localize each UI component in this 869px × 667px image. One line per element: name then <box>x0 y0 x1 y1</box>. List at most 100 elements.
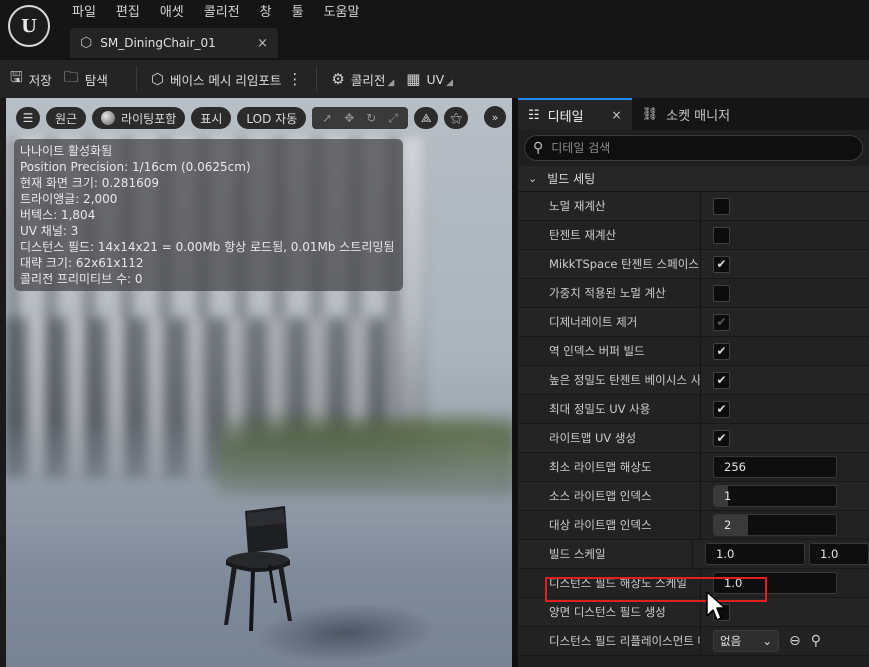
close-tab-icon[interactable]: × <box>257 36 268 51</box>
collision-button[interactable]: ⚙ 콜리전 ◢ <box>325 64 400 94</box>
viewport-expand-button[interactable]: » <box>484 106 506 128</box>
tab-details[interactable]: ☷ 디테일 × <box>518 98 632 130</box>
stat-vertices: 버텍스: 1,804 <box>20 208 96 222</box>
browse-asset-search-icon[interactable]: ⚲ <box>811 633 821 649</box>
stat-uv-channels: UV 채널: 3 <box>20 224 79 238</box>
prop-label: 디스턴스 필드 리플레이스먼트 메시 <box>518 627 701 655</box>
full-precision-uvs-checkbox[interactable]: ✔ <box>713 400 730 418</box>
prop-recompute-normals: 노멀 재계산 <box>518 192 869 221</box>
save-label: 저장 <box>28 72 52 88</box>
mesh-viewport[interactable]: ☰ 원근 라이팅포함 표시 LOD 자동 ➚ ✥ ↻ ⤢ ⟁ ⚝ » 나나이트 … <box>0 98 512 667</box>
dining-chair-mesh[interactable] <box>218 503 308 633</box>
prop-two-sided-distance-field: 양면 디스턴스 필드 생성 <box>518 598 869 627</box>
replacement-mesh-dropdown[interactable]: 없음 ⌄ <box>713 630 779 652</box>
menu-file[interactable]: 파일 <box>62 2 106 24</box>
snap-button[interactable]: ⚝ <box>444 107 469 129</box>
menu-help[interactable]: 도움말 <box>314 2 370 24</box>
perspective-label: 원근 <box>55 111 78 126</box>
recompute-tangents-checkbox[interactable] <box>713 226 730 244</box>
menu-asset[interactable]: 애셋 <box>150 2 194 24</box>
details-search-input[interactable] <box>551 141 854 155</box>
reimport-label: 베이스 메시 리임포트 <box>169 72 282 88</box>
menu-collision[interactable]: 콜리전 <box>194 2 250 24</box>
perspective-button[interactable]: 원근 <box>46 107 87 129</box>
menu-edit[interactable]: 편집 <box>106 2 150 24</box>
tab-socket-manager-label: 소켓 매니저 <box>666 108 731 124</box>
socket-icon: ⛓ <box>641 106 659 122</box>
use-selected-asset-icon[interactable]: ⊖ <box>789 633 801 649</box>
menu-bar: 파일 편집 애셋 콜리전 창 툴 도움말 <box>62 2 369 24</box>
high-precision-tangent-checkbox[interactable]: ✔ <box>713 371 730 389</box>
viewport-menu-button[interactable]: ☰ <box>16 107 40 129</box>
prop-high-precision-tangent: 높은 정밀도 탄젠트 베이시스 사용 ✔ <box>518 366 869 395</box>
chevron-down-icon: ⌄ <box>762 634 772 648</box>
stat-collision-primitives: 콜리전 프리미티브 수: 0 <box>20 272 143 286</box>
transform-tools: ➚ ✥ ↻ ⤢ <box>312 107 409 129</box>
show-label: 표시 <box>200 111 223 126</box>
scale-tool-icon[interactable]: ⤢ <box>382 111 404 126</box>
prop-full-precision-uvs: 최대 정밀도 UV 사용 ✔ <box>518 395 869 424</box>
recompute-normals-checkbox[interactable] <box>713 197 730 215</box>
category-label: 빌드 세팅 <box>547 172 596 186</box>
viewport-stats-overlay: 나나이트 활성화됨 Position Precision: 1/16cm (0.… <box>14 139 403 291</box>
min-lightmap-resolution-input[interactable]: 256 <box>713 456 837 478</box>
pivot-icon: ⟁ <box>420 110 432 125</box>
chevron-down-icon: ⌄ <box>528 172 538 185</box>
menu-window[interactable]: 창 <box>250 2 282 24</box>
menu-tools[interactable]: 툴 <box>282 2 314 24</box>
prop-label: 디제너레이트 제거 <box>518 308 701 336</box>
pivot-button[interactable]: ⟁ <box>414 107 439 129</box>
generate-lightmap-uvs-checkbox[interactable]: ✔ <box>713 429 730 447</box>
source-lightmap-index-input[interactable]: 1 <box>713 485 837 507</box>
mouse-cursor-icon <box>706 591 726 621</box>
reimport-icon: ⬡ <box>150 70 164 88</box>
numeric-value: 1 <box>724 489 732 503</box>
reimport-base-mesh-button[interactable]: ⬡ 베이스 메시 리임포트 ⋮ <box>145 64 309 94</box>
category-build-settings[interactable]: ⌄ 빌드 세팅 <box>518 166 869 192</box>
highlight-annotation-box <box>545 577 767 602</box>
close-tab-icon[interactable]: × <box>612 108 622 122</box>
double-chevron-icon: » <box>491 110 499 124</box>
prop-min-lightmap-resolution: 최소 라이트맵 해상도 256 <box>518 453 869 482</box>
weighted-normals-checkbox[interactable] <box>713 284 730 302</box>
rotate-tool-icon[interactable]: ↻ <box>360 111 382 125</box>
prop-distance-field-replacement-mesh: 디스턴스 필드 리플레이스먼트 메시 없음 ⌄ ⊖ ⚲ <box>518 627 869 656</box>
lighting-label: 라이팅포함 <box>121 111 177 126</box>
numeric-value: 2 <box>724 518 732 532</box>
lod-button[interactable]: LOD 자동 <box>237 107 307 129</box>
prop-label: 소스 라이트맵 인덱스 <box>518 482 701 510</box>
reversed-index-buffer-checkbox[interactable]: ✔ <box>713 342 730 360</box>
asset-editor-tab[interactable]: ⬡ SM_DiningChair_01 × <box>70 28 278 58</box>
asset-toolbar: 🖫 저장 🗀 탐색 ⬡ 베이스 메시 리임포트 ⋮ ⚙ 콜리전 ◢ ▦ UV ◢ <box>0 60 869 98</box>
stat-screen-size: 현재 화면 크기: 0.281609 <box>20 176 159 190</box>
prop-label: 빌드 스케일 <box>518 540 693 568</box>
folder-search-icon: 🗀 <box>63 67 79 86</box>
prop-source-lightmap-index: 소스 라이트맵 인덱스 1 <box>518 482 869 511</box>
mikktspace-checkbox[interactable]: ✔ <box>713 255 730 273</box>
prop-label: 노멀 재계산 <box>518 192 701 220</box>
uv-button[interactable]: ▦ UV ◢ <box>400 64 459 94</box>
build-scale-y-input[interactable]: 1.0 <box>809 543 869 565</box>
tab-socket-manager[interactable]: ⛓ 소켓 매니저 <box>632 98 740 130</box>
remove-degenerates-checkbox: ✔ <box>713 313 730 331</box>
collision-label: 콜리전 <box>350 72 386 88</box>
lighting-mode-button[interactable]: 라이팅포함 <box>92 107 186 129</box>
prop-label: 탄젠트 재계산 <box>518 221 701 249</box>
details-search[interactable]: ⚲ <box>524 135 863 161</box>
viewport-toolbar: ☰ 원근 라이팅포함 표시 LOD 자동 ➚ ✥ ↻ ⤢ ⟁ ⚝ <box>16 106 474 130</box>
unreal-logo-icon[interactable]: U <box>8 5 50 47</box>
select-tool-icon[interactable]: ➚ <box>316 111 338 125</box>
destination-lightmap-index-input[interactable]: 2 <box>713 514 837 536</box>
build-scale-x-input[interactable]: 1.0 <box>705 543 805 565</box>
dropdown-value: 없음 <box>720 634 742 648</box>
more-options-icon[interactable]: ⋮ <box>287 70 302 88</box>
prop-label: 가중치 적용된 노멀 계산 <box>518 279 701 307</box>
toolbar-divider <box>316 66 318 92</box>
browse-button[interactable]: 🗀 탐색 <box>58 64 114 94</box>
show-button[interactable]: 표시 <box>191 107 232 129</box>
stat-distance-field: 디스턴스 필드: 14x14x21 = 0.00Mb 항상 로드됨, 0.01M… <box>20 240 395 254</box>
save-button[interactable]: 🖫 저장 <box>4 64 58 94</box>
prop-destination-lightmap-index: 대상 라이트맵 인덱스 2 <box>518 511 869 540</box>
translate-tool-icon[interactable]: ✥ <box>338 111 360 125</box>
snap-icon: ⚝ <box>450 110 463 125</box>
